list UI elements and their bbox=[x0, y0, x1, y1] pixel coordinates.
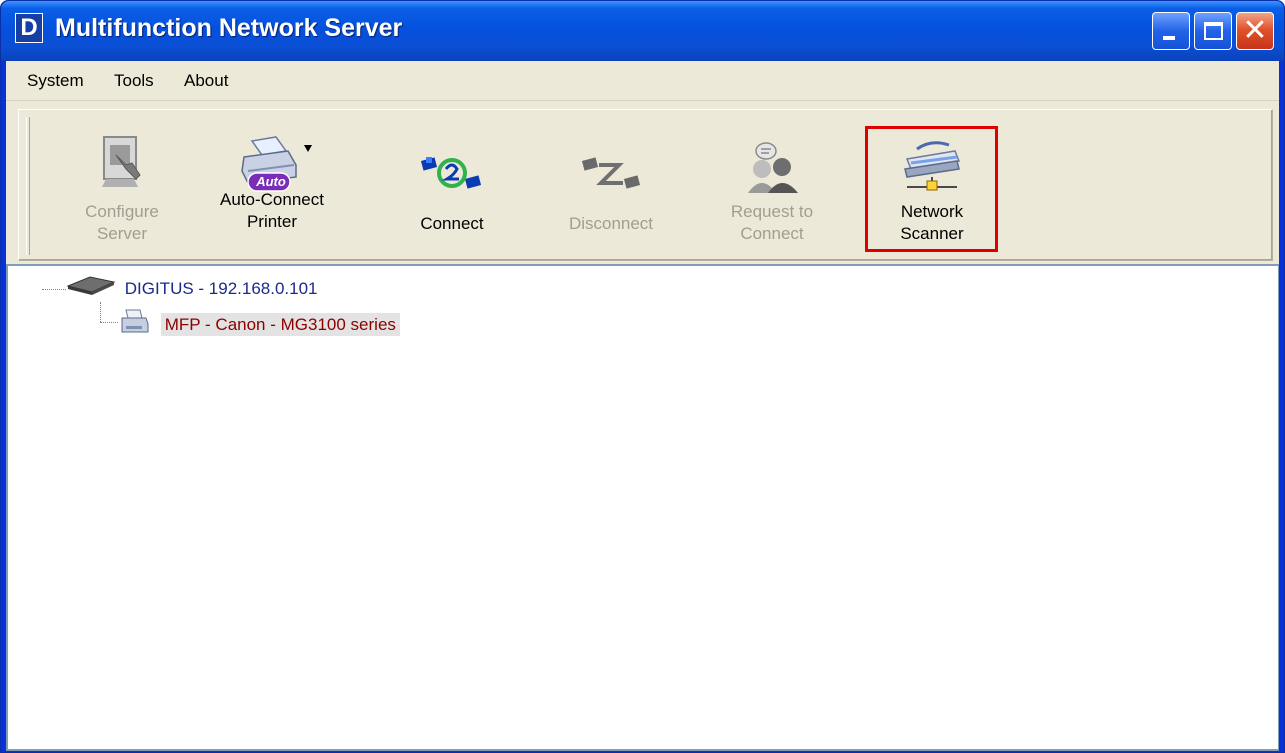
toolbar-area: Configure Server Auto Auto-Connect Print… bbox=[6, 103, 1279, 263]
minimize-icon bbox=[1163, 36, 1175, 40]
close-button[interactable]: ✕ bbox=[1236, 12, 1274, 50]
title-bar[interactable]: D Multifunction Network Server ✕ bbox=[1, 1, 1284, 61]
menu-bar: System Tools About bbox=[6, 61, 1279, 101]
close-icon: ✕ bbox=[1242, 14, 1268, 47]
tree-connector-h bbox=[100, 322, 118, 323]
device-tree[interactable]: DIGITUS - 192.168.0.101 MFP - Canon - MG… bbox=[6, 264, 1279, 751]
request-to-connect-label: Request to Connect bbox=[730, 202, 814, 243]
tree-connector-v bbox=[100, 302, 101, 322]
app-icon[interactable]: D bbox=[15, 13, 43, 43]
connect-label: Connect bbox=[420, 214, 484, 233]
disconnect-icon bbox=[579, 153, 643, 198]
maximize-icon bbox=[1204, 22, 1223, 40]
connect-button[interactable]: Connect bbox=[402, 113, 502, 253]
client-area: System Tools About Configure Server Auto… bbox=[6, 61, 1279, 751]
toolbar-grip[interactable] bbox=[26, 117, 30, 255]
tree-node-server[interactable]: DIGITUS - 192.168.0.101 bbox=[66, 274, 318, 302]
maximize-button[interactable] bbox=[1194, 12, 1232, 50]
menu-tools[interactable]: Tools bbox=[114, 69, 154, 93]
request-to-connect-icon bbox=[742, 141, 802, 200]
server-icon bbox=[66, 274, 116, 305]
disconnect-button[interactable]: Disconnect bbox=[556, 113, 666, 253]
auto-connect-printer-button[interactable]: Auto Auto-Connect Printer bbox=[212, 113, 332, 253]
minimize-button[interactable] bbox=[1152, 12, 1190, 50]
configure-server-button[interactable]: Configure Server bbox=[72, 113, 172, 253]
server-name: DIGITUS - 192.168.0.101 bbox=[124, 278, 318, 298]
configure-server-icon bbox=[98, 135, 146, 194]
device-name: MFP - Canon - MG3100 series bbox=[160, 312, 400, 336]
configure-server-label: Configure Server bbox=[85, 202, 159, 243]
auto-connect-printer-label: Auto-Connect Printer bbox=[220, 190, 324, 231]
disconnect-label: Disconnect bbox=[568, 214, 654, 233]
connect-icon bbox=[420, 153, 484, 198]
tree-connector bbox=[42, 289, 66, 290]
menu-system[interactable]: System bbox=[27, 69, 84, 93]
printer-icon bbox=[120, 308, 150, 343]
menu-about[interactable]: About bbox=[184, 69, 228, 93]
tree-node-device[interactable]: MFP - Canon - MG3100 series bbox=[120, 308, 400, 336]
app-window: D Multifunction Network Server ✕ System … bbox=[0, 0, 1285, 753]
request-to-connect-button[interactable]: Request to Connect bbox=[712, 113, 832, 253]
network-scanner-highlight bbox=[865, 126, 998, 252]
window-title: Multifunction Network Server bbox=[55, 14, 403, 42]
